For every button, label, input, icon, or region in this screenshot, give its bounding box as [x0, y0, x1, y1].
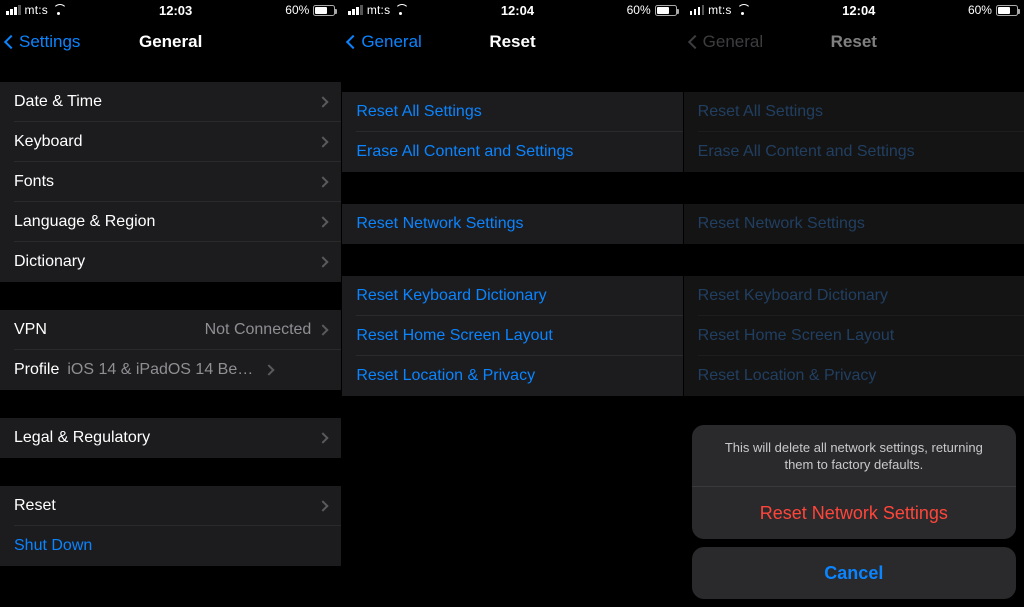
- content: Date & Time Keyboard Fonts Language & Re…: [0, 64, 341, 607]
- row-reset-keyboard-dictionary[interactable]: Reset Keyboard Dictionary: [342, 276, 682, 316]
- row-reset-all-settings: Reset All Settings: [684, 92, 1024, 132]
- row-reset[interactable]: Reset: [0, 486, 341, 526]
- wifi-icon: [736, 5, 750, 15]
- status-bar: mt:s 12:03 60%: [0, 0, 341, 20]
- stage: mt:s 12:03 60% Settings General Date & T…: [0, 0, 1024, 607]
- row-erase-all: Erase All Content and Settings: [684, 132, 1024, 172]
- chevron-right-icon: [318, 432, 329, 443]
- clock: 12:04: [501, 3, 534, 18]
- back-button[interactable]: General: [348, 20, 421, 64]
- signal-icon: [6, 5, 21, 15]
- row-profile[interactable]: ProfileiOS 14 & iPadOS 14 Beta Softwar..…: [0, 350, 341, 390]
- battery-percent: 60%: [285, 3, 309, 17]
- row-reset-home-screen-layout: Reset Home Screen Layout: [684, 316, 1024, 356]
- pane-general: mt:s 12:03 60% Settings General Date & T…: [0, 0, 341, 607]
- back-button[interactable]: Settings: [6, 20, 80, 64]
- back-label: Settings: [19, 32, 80, 52]
- chevron-right-icon: [318, 176, 329, 187]
- sheet-message: This will delete all network settings, r…: [692, 425, 1016, 486]
- wifi-icon: [52, 5, 66, 15]
- row-vpn[interactable]: VPNNot Connected: [0, 310, 341, 350]
- row-reset-location-privacy[interactable]: Reset Location & Privacy: [342, 356, 682, 396]
- row-reset-all-settings[interactable]: Reset All Settings: [342, 92, 682, 132]
- chevron-right-icon: [264, 364, 275, 375]
- content: Reset All Settings Erase All Content and…: [342, 64, 682, 607]
- nav-title: Reset: [831, 32, 877, 52]
- row-reset-network-settings[interactable]: Reset Network Settings: [342, 204, 682, 244]
- chevron-right-icon: [318, 256, 329, 267]
- status-bar: mt:s 12:04 60%: [342, 0, 682, 20]
- row-erase-all[interactable]: Erase All Content and Settings: [342, 132, 682, 172]
- wifi-icon: [394, 5, 408, 15]
- row-shut-down[interactable]: Shut Down: [0, 526, 341, 566]
- nav-title: Reset: [489, 32, 535, 52]
- chevron-left-icon: [346, 35, 360, 49]
- carrier-label: mt:s: [367, 3, 390, 17]
- back-label: General: [703, 32, 763, 52]
- chevron-right-icon: [318, 136, 329, 147]
- row-reset-location-privacy: Reset Location & Privacy: [684, 356, 1024, 396]
- row-detail: iOS 14 & iPadOS 14 Beta Softwar...: [67, 361, 257, 379]
- battery-icon: [313, 5, 335, 16]
- sheet-destructive-button[interactable]: Reset Network Settings: [692, 487, 1016, 539]
- row-fonts[interactable]: Fonts: [0, 162, 341, 202]
- nav-bar: General Reset: [684, 20, 1024, 64]
- signal-icon: [690, 5, 705, 15]
- chevron-right-icon: [318, 216, 329, 227]
- status-bar: mt:s 12:04 60%: [684, 0, 1024, 20]
- row-dictionary[interactable]: Dictionary: [0, 242, 341, 282]
- signal-icon: [348, 5, 363, 15]
- row-detail: Not Connected: [205, 321, 312, 339]
- sheet-cancel-button[interactable]: Cancel: [692, 547, 1016, 599]
- nav-bar: General Reset: [342, 20, 682, 64]
- chevron-right-icon: [318, 324, 329, 335]
- chevron-left-icon: [688, 35, 702, 49]
- row-date-time[interactable]: Date & Time: [0, 82, 341, 122]
- battery-icon: [655, 5, 677, 16]
- row-reset-home-screen-layout[interactable]: Reset Home Screen Layout: [342, 316, 682, 356]
- row-keyboard[interactable]: Keyboard: [0, 122, 341, 162]
- battery-percent: 60%: [627, 3, 651, 17]
- chevron-right-icon: [318, 96, 329, 107]
- chevron-left-icon: [4, 35, 18, 49]
- carrier-label: mt:s: [708, 3, 731, 17]
- row-language-region[interactable]: Language & Region: [0, 202, 341, 242]
- action-sheet: This will delete all network settings, r…: [692, 425, 1016, 599]
- battery-icon: [996, 5, 1018, 16]
- clock: 12:04: [842, 3, 875, 18]
- row-reset-keyboard-dictionary: Reset Keyboard Dictionary: [684, 276, 1024, 316]
- pane-reset: mt:s 12:04 60% General Reset Reset All S…: [341, 0, 682, 607]
- back-label: General: [361, 32, 421, 52]
- row-reset-network-settings: Reset Network Settings: [684, 204, 1024, 244]
- battery-percent: 60%: [968, 3, 992, 17]
- row-legal-regulatory[interactable]: Legal & Regulatory: [0, 418, 341, 458]
- nav-bar: Settings General: [0, 20, 341, 64]
- clock: 12:03: [159, 3, 192, 18]
- carrier-label: mt:s: [25, 3, 48, 17]
- chevron-right-icon: [318, 500, 329, 511]
- pane-reset-confirm: mt:s 12:04 60% General Reset Reset All S…: [683, 0, 1024, 607]
- back-button: General: [690, 20, 763, 64]
- nav-title: General: [139, 32, 202, 52]
